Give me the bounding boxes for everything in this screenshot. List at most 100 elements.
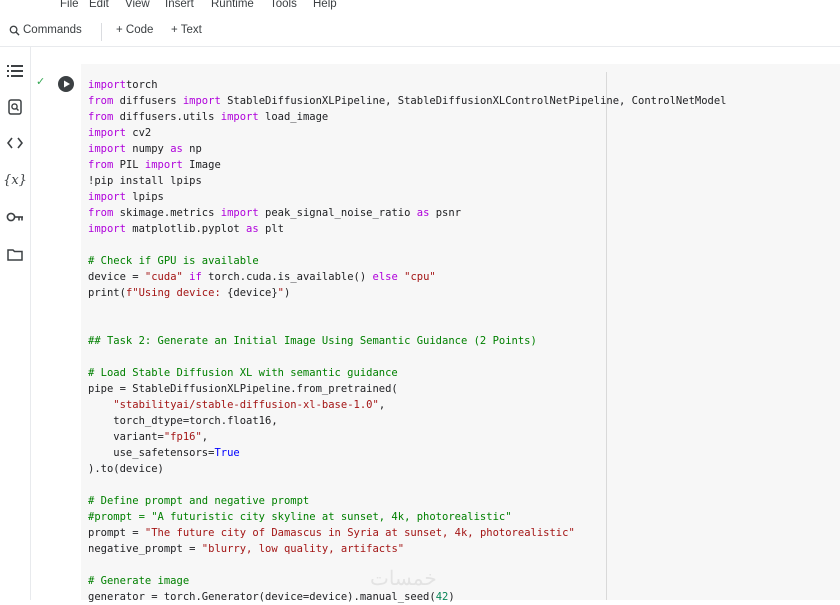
- menu-bar: File Edit View Insert Runtime Tools Help: [0, 0, 840, 18]
- variables-icon[interactable]: {x}: [3, 171, 27, 189]
- code-line[interactable]: ).to(device): [88, 461, 727, 477]
- code-token: # Generate image: [88, 575, 190, 587]
- find-replace-icon[interactable]: [6, 98, 24, 116]
- menu-runtime[interactable]: Runtime: [211, 0, 254, 10]
- code-token: torch_dtype=torch.float16,: [88, 415, 278, 427]
- code-line[interactable]: torch_dtype=torch.float16,: [88, 413, 727, 429]
- code-line[interactable]: # Define prompt and negative prompt: [88, 493, 727, 509]
- code-token: ): [284, 287, 291, 299]
- code-line[interactable]: print(f"Using device: {device}"): [88, 285, 727, 301]
- code-line[interactable]: ​: [88, 349, 727, 365]
- code-line[interactable]: from diffusers import StableDiffusionXLP…: [88, 93, 727, 109]
- code-line[interactable]: ## Task 2: Generate an Initial Image Usi…: [88, 333, 727, 349]
- code-token: diffusers: [113, 95, 183, 107]
- code-token: import: [88, 79, 126, 91]
- code-snippets-icon[interactable]: [6, 134, 24, 152]
- code-token: plt: [258, 223, 284, 235]
- add-code-button[interactable]: + Code: [116, 24, 153, 36]
- code-token: torch.cuda.is_available(): [201, 271, 373, 283]
- code-token: "fp16": [163, 431, 202, 443]
- code-token: lpips: [125, 191, 164, 203]
- code-line[interactable]: import lpips: [88, 189, 727, 205]
- code-line[interactable]: ​: [88, 237, 727, 253]
- menu-help[interactable]: Help: [313, 0, 337, 10]
- code-cell[interactable]: ✓ importtorch from diffusers import Stabl…: [31, 64, 840, 603]
- code-token: f"Using device:: [125, 287, 228, 299]
- code-line[interactable]: from PIL import Image: [88, 157, 727, 173]
- code-token: ).to(device): [88, 463, 164, 475]
- code-line[interactable]: pipe = StableDiffusionXLPipeline.from_pr…: [88, 381, 727, 397]
- code-token: if: [182, 271, 202, 283]
- code-text[interactable]: importtorch from diffusers import StableD…: [88, 77, 727, 605]
- code-token: {device}: [227, 287, 278, 299]
- code-token: ): [448, 591, 455, 603]
- code-line[interactable]: from skimage.metrics import peak_signal_…: [88, 205, 727, 221]
- code-token: ## Task 2: Generate an Initial Image Usi…: [88, 335, 537, 347]
- menu-edit[interactable]: Edit: [89, 0, 109, 10]
- code-line[interactable]: import cv2: [88, 125, 727, 141]
- add-text-button[interactable]: + Text: [171, 24, 202, 36]
- code-token: skimage.metrics: [113, 207, 221, 219]
- code-line[interactable]: generator = torch.Generator(device=devic…: [88, 589, 727, 605]
- code-token: peak_signal_noise_ratio: [258, 207, 417, 219]
- code-token: Image: [182, 159, 221, 171]
- play-icon: [64, 80, 70, 88]
- code-token: numpy: [125, 143, 171, 155]
- code-token: import: [88, 127, 126, 139]
- code-token: import: [220, 111, 259, 123]
- secrets-key-icon[interactable]: [6, 208, 24, 226]
- toolbar-divider: [101, 23, 102, 41]
- code-token: True: [214, 447, 240, 459]
- code-token: load_image: [258, 111, 329, 123]
- code-token: import: [220, 207, 259, 219]
- menu-insert[interactable]: Insert: [165, 0, 194, 10]
- code-line[interactable]: from diffusers.utils import load_image: [88, 109, 727, 125]
- code-token: import: [88, 223, 126, 235]
- code-line[interactable]: variant="fp16",: [88, 429, 727, 445]
- code-token: from: [88, 159, 114, 171]
- code-token: !pip install lpips: [88, 175, 202, 187]
- watermark-logo: خمسات: [370, 568, 437, 590]
- code-token: np: [182, 143, 202, 155]
- code-line[interactable]: ​: [88, 301, 727, 317]
- code-line[interactable]: device = "cuda" if torch.cuda.is_availab…: [88, 269, 727, 285]
- code-line[interactable]: import matplotlib.pyplot as plt: [88, 221, 727, 237]
- code-line[interactable]: importtorch: [88, 77, 727, 93]
- code-token: import: [88, 143, 126, 155]
- code-token: prompt =: [88, 527, 145, 539]
- menu-tools[interactable]: Tools: [270, 0, 297, 10]
- code-token: torch: [125, 79, 158, 91]
- code-line[interactable]: !pip install lpips: [88, 173, 727, 189]
- code-token: matplotlib.pyplot: [125, 223, 247, 235]
- code-token: pipe = StableDiffusionXLPipeline.from_pr…: [88, 383, 398, 395]
- code-token: 42: [435, 591, 449, 603]
- code-token: else: [372, 271, 398, 283]
- code-token: negative_prompt =: [88, 543, 202, 555]
- code-line[interactable]: # Load Stable Diffusion XL with semantic…: [88, 365, 727, 381]
- files-folder-icon[interactable]: [6, 245, 24, 263]
- code-token: # Check if GPU is available: [88, 255, 259, 267]
- menu-view[interactable]: View: [125, 0, 150, 10]
- code-line[interactable]: # Check if GPU is available: [88, 253, 727, 269]
- code-line[interactable]: "stabilityai/stable-diffusion-xl-base-1.…: [88, 397, 727, 413]
- menu-file[interactable]: File: [60, 0, 79, 10]
- code-line[interactable]: ​: [88, 477, 727, 493]
- code-token: PIL: [113, 159, 145, 171]
- code-token: from: [88, 95, 114, 107]
- code-line[interactable]: prompt = "The future city of Damascus in…: [88, 525, 727, 541]
- code-line[interactable]: import numpy as np: [88, 141, 727, 157]
- code-token: variant=: [88, 431, 164, 443]
- code-token: import: [88, 191, 126, 203]
- table-of-contents-icon[interactable]: [6, 62, 24, 80]
- code-token: cv2: [125, 127, 152, 139]
- code-token: "cpu": [397, 271, 436, 283]
- code-line[interactable]: ​: [88, 317, 727, 333]
- run-cell-button[interactable]: [58, 76, 74, 92]
- code-token: ,: [201, 431, 209, 443]
- code-line[interactable]: use_safetensors=True: [88, 445, 727, 461]
- code-line[interactable]: negative_prompt = "blurry, low quality, …: [88, 541, 727, 557]
- commands-button[interactable]: Commands: [9, 24, 82, 36]
- code-token: from: [88, 111, 114, 123]
- code-line[interactable]: #prompt = "A futuristic city skyline at …: [88, 509, 727, 525]
